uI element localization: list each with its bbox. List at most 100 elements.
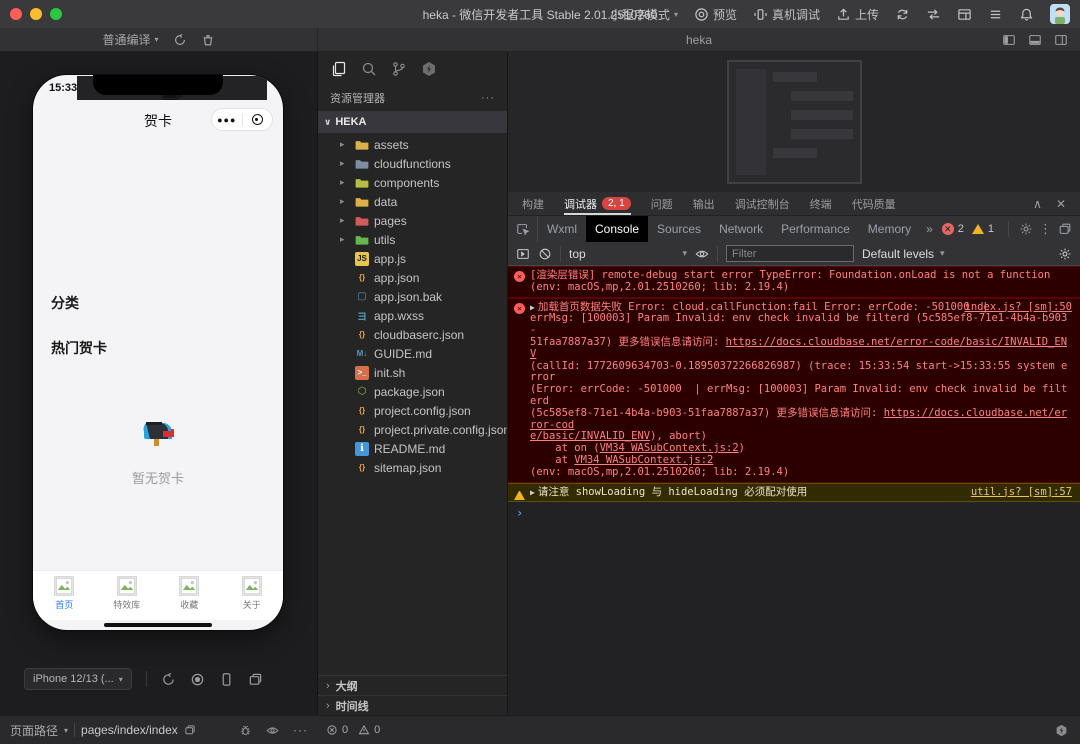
toggle-secondary-sidebar-icon[interactable] [1054, 33, 1068, 47]
minimize-window-button[interactable] [30, 8, 42, 20]
tree-folder-pages[interactable]: ▸pages [318, 211, 507, 230]
tree-folder-data[interactable]: ▸data [318, 192, 507, 211]
tree-file-app.json.bak[interactable]: ▢app.json.bak [318, 287, 507, 306]
tree-file-README.md[interactable]: ℹREADME.md [318, 439, 507, 458]
tree-root-heka[interactable]: ∨ HEKA [318, 111, 507, 133]
context-select[interactable]: top▾ [569, 247, 687, 261]
device-select[interactable]: iPhone 12/13 (...▾ [24, 668, 132, 690]
timeline-section[interactable]: ›时间线 [318, 695, 507, 715]
toggle-panel-icon[interactable] [1028, 33, 1042, 47]
debugger-tab-终端[interactable]: 终端 [810, 192, 832, 215]
console-sidebar-icon[interactable] [516, 247, 530, 261]
explorer-more-icon[interactable]: ··· [481, 92, 495, 104]
devtools-settings-icon[interactable] [1019, 222, 1033, 236]
console-output[interactable]: ✕[渲染层错误] remote-debug start error TypeEr… [508, 266, 1080, 715]
tree-file-app.wxss[interactable]: ヨapp.wxss [318, 306, 507, 325]
outline-section[interactable]: ›大纲 [318, 675, 507, 695]
watch-eye-icon[interactable] [266, 724, 279, 737]
inspect-element-icon[interactable] [508, 216, 538, 242]
user-avatar[interactable] [1050, 4, 1070, 24]
rotate-device-icon[interactable] [161, 672, 176, 687]
console-link[interactable]: VM34 WASubContext.js:2 [574, 454, 713, 466]
log-levels-select[interactable]: Default levels▾ [862, 247, 945, 261]
debugger-tab-调试控制台[interactable]: 调试控制台 [735, 192, 790, 215]
devtools-tab-memory[interactable]: Memory [859, 216, 920, 242]
recompile-icon[interactable] [173, 33, 187, 47]
close-panel-icon[interactable]: ✕ [1056, 197, 1066, 211]
tree-folder-cloudfunctions[interactable]: ▸cloudfunctions [318, 154, 507, 173]
tree-file-project.config.json[interactable]: {}project.config.json [318, 401, 507, 420]
error-count-icon[interactable]: ✕ [942, 223, 954, 235]
page-path-label[interactable]: 页面路径 [10, 722, 58, 739]
console-link[interactable]: VM34 WASubContext.js:2 [600, 442, 739, 454]
console-eye-icon[interactable] [695, 247, 709, 261]
debug-bug-icon[interactable] [239, 724, 252, 737]
devtools-tab-performance[interactable]: Performance [772, 216, 859, 242]
expand-arrow-icon[interactable]: ▶ [530, 488, 535, 497]
device-frame-icon[interactable] [219, 672, 234, 687]
devtools-tab-console[interactable]: Console [586, 216, 648, 242]
files-icon[interactable] [324, 54, 354, 84]
devtools-menu-icon[interactable]: ⋮ [1037, 221, 1054, 237]
clear-console-icon[interactable] [538, 247, 552, 261]
maximize-window-button[interactable] [50, 8, 62, 20]
collapse-panel-icon[interactable]: ∧ [1033, 197, 1042, 211]
debugger-tab-代码质量[interactable]: 代码质量 [852, 192, 896, 215]
tree-file-project.private.config.json[interactable]: {}project.private.config.json [318, 420, 507, 439]
switch-project-icon[interactable] [926, 7, 941, 22]
problems-summary[interactable]: 0 0 [318, 724, 508, 736]
debugger-tab-输出[interactable]: 输出 [693, 192, 715, 215]
phone-simulator[interactable]: 15:33 贺卡 ●●● [33, 75, 283, 630]
page-path-dropdown-icon[interactable]: ▾ [64, 726, 68, 735]
debugger-tab-调试器[interactable]: 调试器2, 1 [564, 192, 631, 215]
tree-file-init.sh[interactable]: >_init.sh [318, 363, 507, 382]
console-link[interactable]: e/basic/INVALID_ENV [530, 430, 650, 442]
record-icon[interactable] [190, 672, 205, 687]
warning-count-icon[interactable] [972, 224, 984, 234]
tree-file-package.json[interactable]: ⬡package.json [318, 382, 507, 401]
devtools-tab-sources[interactable]: Sources [648, 216, 710, 242]
tree-file-sitemap.json[interactable]: {}sitemap.json [318, 458, 507, 477]
npm-status-icon[interactable] [1055, 724, 1068, 737]
remote-debug-button[interactable]: 真机调试 [753, 6, 820, 23]
tree-file-GUIDE.md[interactable]: M↓GUIDE.md [318, 344, 507, 363]
dock-side-icon[interactable] [1058, 222, 1072, 236]
tree-folder-utils[interactable]: ▸utils [318, 230, 507, 249]
console-prompt[interactable]: › [508, 502, 1080, 520]
devtools-tab-wxml[interactable]: Wxml [538, 216, 586, 242]
tree-folder-components[interactable]: ▸components [318, 173, 507, 192]
more-menu-button[interactable]: ●●● [212, 115, 242, 125]
expand-arrow-icon[interactable]: ▶ [530, 303, 535, 312]
tree-file-app.json[interactable]: {}app.json [318, 268, 507, 287]
console-message-warning[interactable]: ▶请注意 showLoading 与 hideLoading 必须配对使用uti… [508, 483, 1080, 503]
console-message-error[interactable]: ✕▶加载首页数据失败 Error: cloud.callFunction:fai… [508, 298, 1080, 483]
phone-tab-2[interactable]: 特效库 [96, 571, 159, 620]
toggle-sidebar-icon[interactable] [1002, 33, 1016, 47]
npm-package-icon[interactable] [414, 54, 444, 84]
devtools-tab-network[interactable]: Network [710, 216, 772, 242]
phone-tab-4[interactable]: 关于 [221, 571, 284, 620]
filter-input[interactable] [726, 245, 854, 262]
debugger-tab-问题[interactable]: 问题 [651, 192, 673, 215]
phone-tab-1[interactable]: 首页 [33, 571, 96, 620]
sync-icon[interactable] [895, 7, 910, 22]
multi-window-icon[interactable] [248, 672, 263, 687]
statusbar-more-icon[interactable]: ··· [293, 723, 308, 737]
more-tabs-icon[interactable]: » [920, 222, 939, 236]
tree-folder-assets[interactable]: ▸assets [318, 135, 507, 154]
tree-file-cloudbaserc.json[interactable]: {}cloudbaserc.json [318, 325, 507, 344]
tree-file-app.js[interactable]: JSapp.js [318, 249, 507, 268]
close-window-button[interactable] [10, 8, 22, 20]
phone-tab-3[interactable]: 收藏 [158, 571, 221, 620]
copy-path-icon[interactable] [184, 724, 196, 736]
compile-mode-dropdown[interactable]: 普通编译▾ [102, 31, 158, 48]
upload-button[interactable]: 上传 [836, 6, 879, 23]
notification-bell-icon[interactable] [1019, 7, 1034, 22]
layout-icon[interactable] [957, 7, 972, 22]
exit-miniprogram-button[interactable] [243, 114, 273, 125]
git-branch-icon[interactable] [384, 54, 414, 84]
debugger-tab-构建[interactable]: 构建 [522, 192, 544, 215]
clear-cache-icon[interactable] [201, 33, 215, 47]
source-location-link[interactable]: index.js? [sm]:50 [965, 302, 1072, 314]
console-message-error[interactable]: ✕[渲染层错误] remote-debug start error TypeEr… [508, 266, 1080, 298]
